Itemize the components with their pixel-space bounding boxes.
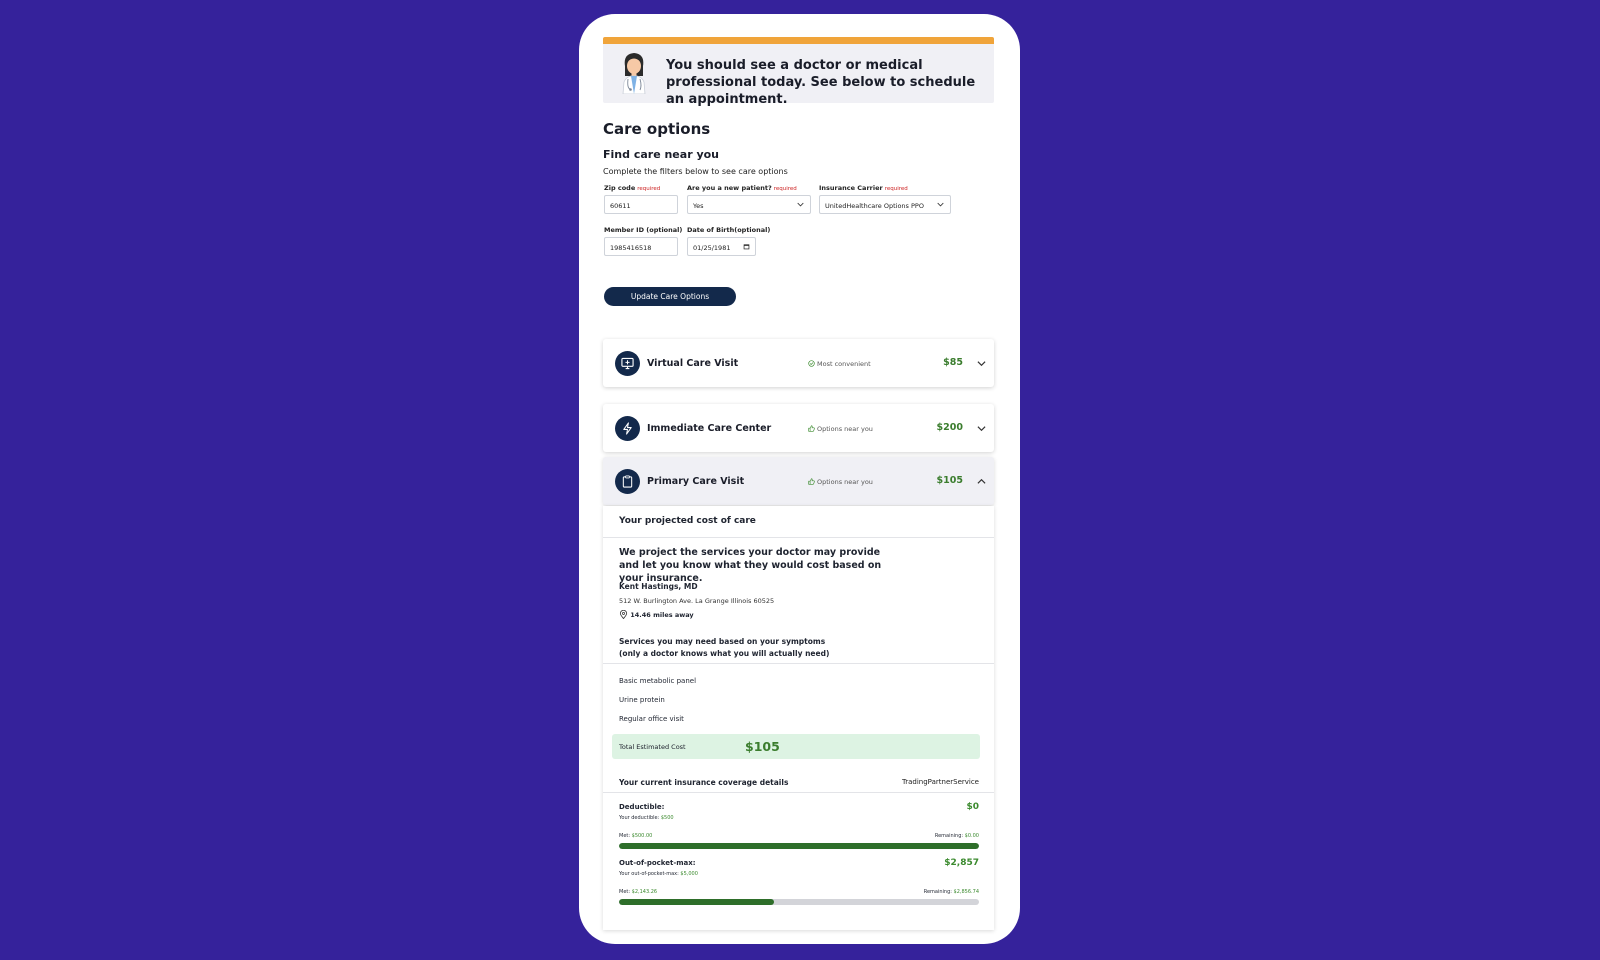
services-heading: Services you may need based on your symp… <box>619 636 829 659</box>
oop-label: Out-of-pocket-max: <box>619 859 696 867</box>
required-marker: required <box>884 186 908 192</box>
card-price: $200 <box>936 422 963 433</box>
phone-frame: You should see a doctor or medical profe… <box>579 14 1020 944</box>
oop-progress-fill <box>619 899 774 905</box>
chevron-up-icon[interactable] <box>977 477 986 486</box>
total-value: $105 <box>745 739 780 754</box>
total-estimated-cost: Total Estimated Cost $105 <box>612 734 980 759</box>
check-circle-icon <box>808 360 815 367</box>
zip-label: Zip code required <box>604 184 661 192</box>
care-card-virtual[interactable]: Virtual Care Visit Most convenient $85 <box>603 339 994 387</box>
card-title: Primary Care Visit <box>647 476 745 487</box>
doctor-address: 512 W. Burlington Ave. La Grange Illinoi… <box>619 597 775 605</box>
care-options-title: Care options <box>603 120 711 138</box>
clipboard-icon <box>615 469 640 494</box>
deductible-remaining: Remaining: $0.00 <box>934 833 979 839</box>
member-id-input[interactable]: 1985416518 <box>604 237 678 256</box>
chevron-down-icon[interactable] <box>977 359 986 368</box>
your-deductible: Your deductible: $500 <box>619 815 674 821</box>
oop-remaining: Remaining: $2,856.74 <box>923 889 979 895</box>
card-title: Virtual Care Visit <box>647 358 739 369</box>
service-item: Urine protein <box>619 696 665 704</box>
carrier-label: Insurance Carrier required <box>819 184 908 192</box>
update-care-options-button[interactable]: Update Care Options <box>604 287 736 306</box>
card-title: Immediate Care Center <box>647 423 772 434</box>
deductible-progress-bar <box>619 843 979 849</box>
coverage-source: TradingPartnerService <box>902 778 979 786</box>
chevron-down-icon[interactable] <box>977 424 986 433</box>
page-content: You should see a doctor or medical profe… <box>603 37 994 930</box>
card-price: $85 <box>943 357 963 368</box>
banner-message: You should see a doctor or medical profe… <box>666 58 976 107</box>
deductible-progress-fill <box>619 843 979 849</box>
service-item: Regular office visit <box>619 715 684 723</box>
care-card-immediate[interactable]: Immediate Care Center Options near you $… <box>603 404 994 452</box>
new-patient-label: Are you a new patient? required <box>687 184 797 192</box>
location-pin-icon <box>619 609 628 620</box>
services-heading-line-2: (only a doctor knows what you will actua… <box>619 648 830 658</box>
member-id-label: Member ID (optional) <box>604 226 683 234</box>
deductible-amount: $0 <box>966 802 979 812</box>
find-care-title: Find care near you <box>603 148 720 161</box>
total-label: Total Estimated Cost <box>619 743 686 751</box>
projected-cost-title: Your projected cost of care <box>619 516 756 526</box>
card-tag: Options near you <box>808 425 873 433</box>
dob-label: Date of Birth(optional) <box>687 226 771 234</box>
distance: 14.46 miles away <box>619 609 694 620</box>
doctor-name: Kent Hastings, MD <box>619 582 698 591</box>
card-tag: Most convenient <box>808 360 871 368</box>
oop-progress-bar <box>619 899 979 905</box>
oop-amount: $2,857 <box>944 858 979 868</box>
doctor-avatar-icon <box>622 53 646 94</box>
care-card-primary[interactable]: Primary Care Visit Options near you $105 <box>603 457 994 505</box>
services-heading-line-1: Services you may need based on your symp… <box>619 637 826 646</box>
coverage-title: Your current insurance coverage details <box>619 778 789 787</box>
deductible-met: Met: $500.00 <box>619 833 653 839</box>
find-care-subtitle: Complete the filters below to see care o… <box>603 167 788 176</box>
service-item: Basic metabolic panel <box>619 677 697 685</box>
your-oop-max: Your out-of-pocket-max: $5,000 <box>619 871 698 877</box>
thumbs-up-icon <box>808 478 815 485</box>
divider <box>603 663 994 664</box>
alert-banner: You should see a doctor or medical profe… <box>603 37 994 107</box>
calendar-icon[interactable] <box>743 243 750 250</box>
projection-intro: We project the services your doctor may … <box>619 547 882 584</box>
required-marker: required <box>773 186 797 192</box>
zip-code-input[interactable]: 60611 <box>604 195 678 214</box>
chevron-down-icon <box>797 202 804 207</box>
required-marker: required <box>637 186 661 192</box>
monitor-icon <box>615 351 640 376</box>
dob-input[interactable]: 01/25/1981 <box>687 237 756 256</box>
card-tag: Options near you <box>808 478 873 486</box>
deductible-label: Deductible: <box>619 803 665 811</box>
chevron-down-icon <box>937 202 944 207</box>
insurance-carrier-select[interactable]: UnitedHealthcare Options PPO <box>819 195 951 214</box>
new-patient-select[interactable]: Yes <box>687 195 811 214</box>
card-price: $105 <box>936 475 963 486</box>
divider <box>603 537 994 538</box>
thumbs-up-icon <box>808 425 815 432</box>
primary-care-details: Your projected cost of care We project t… <box>603 506 994 930</box>
lightning-icon <box>615 416 640 441</box>
oop-met: Met: $2,143.26 <box>619 889 658 895</box>
divider <box>603 792 994 793</box>
